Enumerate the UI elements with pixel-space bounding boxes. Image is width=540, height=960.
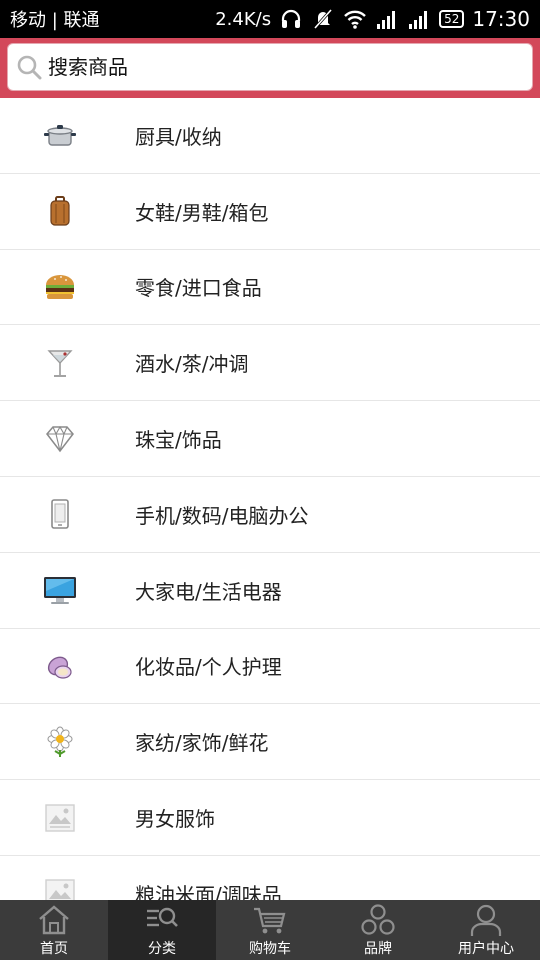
nav-user-center[interactable]: 用户中心 xyxy=(432,900,540,960)
category-list: 厨具/收纳 女鞋/男鞋/箱包 零食/进口食品 酒水/茶/冲调 珠宝/饰品 手机/… xyxy=(0,98,540,900)
phone-icon xyxy=(40,494,80,534)
category-item-appliances[interactable]: 大家电/生活电器 xyxy=(0,553,540,629)
nav-cart[interactable]: 购物车 xyxy=(216,900,324,960)
brand-icon xyxy=(358,902,398,938)
category-label: 家纺/家饰/鲜花 xyxy=(135,731,269,756)
compact-icon xyxy=(40,646,80,686)
category-label: 珠宝/饰品 xyxy=(135,428,222,453)
nav-brand[interactable]: 品牌 xyxy=(324,900,432,960)
burger-icon xyxy=(40,267,80,307)
category-item-jewelry[interactable]: 珠宝/饰品 xyxy=(0,401,540,477)
monitor-icon xyxy=(40,570,80,610)
category-label: 零食/进口食品 xyxy=(135,276,262,301)
search-input[interactable] xyxy=(48,55,518,79)
nav-label: 分类 xyxy=(148,941,176,957)
nav-home[interactable]: 首页 xyxy=(0,900,108,960)
category-item-home-textile[interactable]: 家纺/家饰/鲜花 xyxy=(0,704,540,781)
luggage-icon xyxy=(40,191,80,231)
mute-icon xyxy=(311,7,335,31)
category-label: 酒水/茶/冲调 xyxy=(135,352,249,377)
category-item-grocery[interactable]: 粮油米面/调味品 xyxy=(0,856,540,900)
diamond-icon xyxy=(40,419,80,459)
flower-icon xyxy=(40,722,80,762)
category-label: 化妆品/个人护理 xyxy=(135,655,282,680)
search-header xyxy=(0,38,540,98)
nav-label: 用户中心 xyxy=(458,941,514,957)
status-bar: 移动 | 联通 2.4K/s 52 17:30 xyxy=(0,0,540,38)
category-item-clothing[interactable]: 男女服饰 xyxy=(0,780,540,856)
battery-indicator: 52 xyxy=(439,10,465,28)
nav-label: 首页 xyxy=(40,941,68,957)
search-icon xyxy=(16,54,42,80)
nav-category[interactable]: 分类 xyxy=(108,900,216,960)
cart-icon xyxy=(250,902,290,938)
signal-icon xyxy=(407,7,431,31)
bottom-nav: 首页 分类 购物车 品牌 用户中心 xyxy=(0,900,540,960)
wifi-icon xyxy=(343,7,367,31)
signal-icon xyxy=(375,7,399,31)
category-item-cosmetics[interactable]: 化妆品/个人护理 xyxy=(0,629,540,705)
category-search-icon xyxy=(142,902,182,938)
category-item-drinks[interactable]: 酒水/茶/冲调 xyxy=(0,325,540,402)
pot-icon xyxy=(40,115,80,155)
user-icon xyxy=(466,902,506,938)
category-label: 大家电/生活电器 xyxy=(135,579,282,604)
category-item-digital[interactable]: 手机/数码/电脑办公 xyxy=(0,477,540,553)
status-icons: 2.4K/s 52 17:30 xyxy=(215,7,530,31)
network-speed: 2.4K/s xyxy=(215,8,272,30)
carrier-label: 移动 | 联通 xyxy=(10,10,100,31)
image-placeholder-icon xyxy=(40,873,80,900)
category-label: 手机/数码/电脑办公 xyxy=(135,503,309,528)
category-label: 女鞋/男鞋/箱包 xyxy=(135,200,269,225)
nav-label: 购物车 xyxy=(249,941,291,957)
category-item-kitchen[interactable]: 厨具/收纳 xyxy=(0,98,540,174)
home-icon xyxy=(34,902,74,938)
category-label: 厨具/收纳 xyxy=(135,124,222,149)
category-label: 男女服饰 xyxy=(135,807,215,832)
image-placeholder-icon xyxy=(40,798,80,838)
category-label: 粮油米面/调味品 xyxy=(135,882,282,900)
category-item-shoes-bags[interactable]: 女鞋/男鞋/箱包 xyxy=(0,174,540,250)
clock: 17:30 xyxy=(472,7,530,31)
headphones-icon xyxy=(279,7,303,31)
category-item-snacks[interactable]: 零食/进口食品 xyxy=(0,250,540,326)
nav-label: 品牌 xyxy=(364,941,392,957)
search-bar[interactable] xyxy=(7,43,533,91)
cocktail-icon xyxy=(40,343,80,383)
